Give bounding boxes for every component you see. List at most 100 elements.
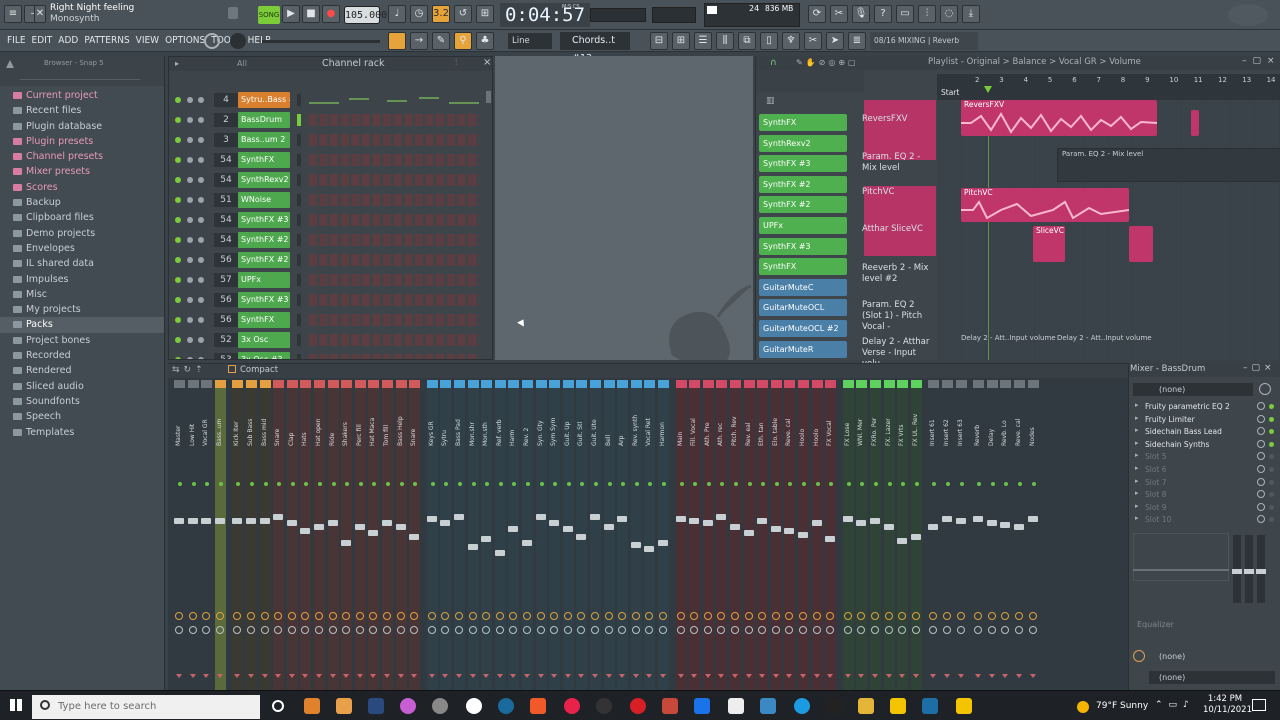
route-arrow-icon[interactable] <box>800 674 806 678</box>
stereo-knob[interactable] <box>355 626 364 634</box>
pan-knob[interactable] <box>287 612 296 620</box>
track-enable-led[interactable] <box>761 482 766 486</box>
pan-knob[interactable] <box>974 612 983 620</box>
track-enable-led[interactable] <box>946 482 950 486</box>
slot-enable-led[interactable] <box>1269 441 1274 447</box>
browser-item[interactable]: My projects <box>0 302 164 317</box>
track-enable-led[interactable] <box>1031 482 1036 486</box>
mute-led-icon[interactable] <box>175 117 181 123</box>
route-arrow-icon[interactable] <box>660 674 666 678</box>
mixer-track[interactable]: Guit. Stl <box>576 380 588 690</box>
route-arrow-icon[interactable] <box>988 674 995 678</box>
chat-icon[interactable]: ◌ <box>940 5 958 23</box>
mixer-view-icon[interactable]: ⫼ <box>716 32 734 50</box>
track-enable-led[interactable] <box>566 482 571 486</box>
pan-knob[interactable] <box>188 612 197 620</box>
channel-knob-icon[interactable] <box>198 297 204 303</box>
stereo-knob[interactable] <box>260 626 269 634</box>
track-enable-led[interactable] <box>788 482 793 486</box>
channel-filter[interactable]: All <box>237 59 247 68</box>
mixer-track[interactable]: Harm <box>508 380 520 690</box>
browser-item[interactable]: Misc <box>0 287 164 302</box>
track-enable-led[interactable] <box>607 482 612 486</box>
channel-select-indicator[interactable] <box>297 194 301 206</box>
stereo-knob[interactable] <box>843 626 852 634</box>
pan-knob[interactable] <box>215 612 224 620</box>
slot-enable-led[interactable] <box>1269 429 1274 435</box>
effect-slot[interactable]: ▸ Sidechain Bass Lead <box>1133 426 1277 438</box>
track-volume-fader[interactable] <box>232 518 243 524</box>
browser-item[interactable]: Impulses <box>0 272 164 287</box>
channel-name-button[interactable]: 3x Osc <box>238 332 290 348</box>
channel-mixer-track[interactable]: 56 <box>214 293 238 307</box>
track-volume-fader[interactable] <box>689 518 700 524</box>
channel-mixer-track[interactable]: 54 <box>214 233 238 247</box>
help-icon[interactable]: ? <box>874 5 892 23</box>
stereo-knob[interactable] <box>911 626 920 634</box>
stereo-knob[interactable] <box>455 626 463 634</box>
track-volume-fader[interactable] <box>630 542 641 548</box>
stereo-knob[interactable] <box>441 626 450 634</box>
editor-taskbar-icon[interactable] <box>826 698 842 714</box>
mixer-track[interactable]: Bass mid <box>259 380 271 690</box>
channel-name-button[interactable]: SynthFX #2 <box>238 232 290 248</box>
slot-mix-knob[interactable] <box>1257 439 1265 448</box>
track-volume-fader[interactable] <box>259 518 270 524</box>
route-arrow-icon[interactable] <box>1002 674 1009 678</box>
mixer-track[interactable]: FX. Lazer <box>883 380 895 690</box>
slot-arrow-icon[interactable]: ▸ <box>1135 414 1139 422</box>
notes-taskbar-icon[interactable] <box>956 698 972 714</box>
insert-output-select-1[interactable]: (none) <box>1149 650 1275 663</box>
track-enable-led[interactable] <box>512 482 517 486</box>
effect-slot[interactable]: ▸ Slot 10 <box>1133 514 1277 526</box>
route-arrow-icon[interactable] <box>537 674 544 678</box>
snap-icon[interactable]: ⚲ <box>454 32 472 50</box>
mixer-track[interactable]: Pitch. Rev <box>730 380 741 690</box>
pan-knob[interactable] <box>884 612 893 620</box>
channel-select-indicator[interactable] <box>297 314 301 326</box>
channel-knob-icon[interactable] <box>198 357 204 359</box>
channel-knob-icon[interactable] <box>187 257 193 263</box>
download-icon[interactable]: ⤓ <box>962 5 980 23</box>
menu-add[interactable]: ADD <box>55 30 81 52</box>
pan-knob[interactable] <box>758 612 767 620</box>
mixer-track[interactable]: Harmon <box>658 380 669 690</box>
slot-mix-knob[interactable] <box>1257 490 1265 499</box>
step-sequencer[interactable] <box>309 254 479 266</box>
stereo-knob[interactable] <box>410 626 419 634</box>
pan-knob[interactable] <box>898 612 907 620</box>
effect-slot[interactable]: ▸ Slot 8 <box>1133 489 1277 501</box>
stereo-knob[interactable] <box>396 626 405 634</box>
tray-icons[interactable]: ⌃▭♪ <box>1155 700 1195 710</box>
channel-knob-icon[interactable] <box>187 277 193 283</box>
route-arrow-icon[interactable] <box>944 674 950 678</box>
pan-knob[interactable] <box>731 612 739 620</box>
track-volume-fader[interactable] <box>784 528 795 534</box>
track-enable-led[interactable] <box>263 482 268 486</box>
route-arrow-icon[interactable] <box>397 674 404 678</box>
track-volume-fader[interactable] <box>770 526 781 532</box>
pan-knob[interactable] <box>233 612 242 620</box>
stereo-knob[interactable] <box>659 626 667 634</box>
step-sequencer[interactable] <box>309 294 479 306</box>
route-arrow-icon[interactable] <box>411 674 418 678</box>
paint-icon[interactable]: ✎ <box>432 32 450 50</box>
channel-knob-icon[interactable] <box>187 177 193 183</box>
channel-knob-icon[interactable] <box>198 177 204 183</box>
track-enable-led[interactable] <box>471 482 476 486</box>
track-volume-fader[interactable] <box>617 516 628 522</box>
mixer-track[interactable]: Sym Sym <box>549 380 561 690</box>
track-enable-led[interactable] <box>372 482 377 486</box>
channel-knob-icon[interactable] <box>198 157 204 163</box>
browser-up-icon[interactable] <box>6 60 14 68</box>
stereo-knob[interactable] <box>956 626 965 634</box>
track-volume-fader[interactable] <box>811 520 822 526</box>
channel-knob-icon[interactable] <box>198 217 204 223</box>
route-arrow-icon[interactable] <box>632 674 639 678</box>
channel-name-button[interactable]: SynthRexv2 <box>238 172 290 188</box>
pan-knob[interactable] <box>956 612 965 620</box>
track-volume-fader[interactable] <box>928 524 939 530</box>
track-enable-led[interactable] <box>236 482 241 486</box>
channel-select-indicator[interactable] <box>297 154 301 166</box>
pan-knob[interactable] <box>690 612 699 620</box>
